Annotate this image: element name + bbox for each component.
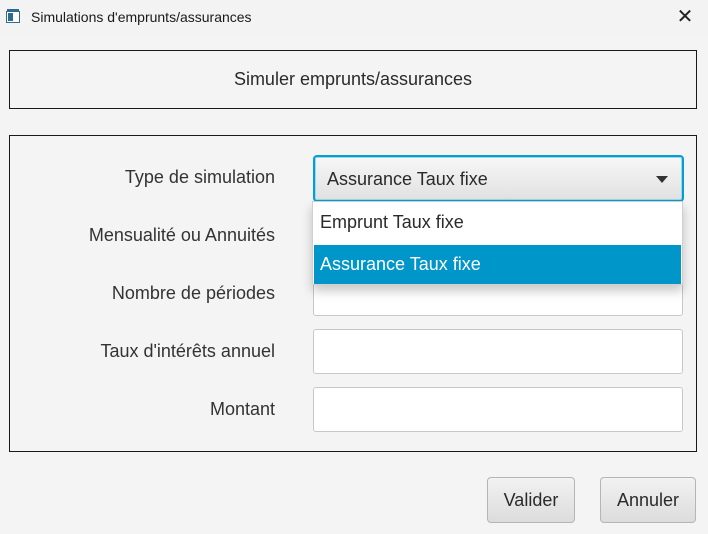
close-icon[interactable]: ✕ (674, 6, 696, 28)
nombre-periodes-label: Nombre de périodes (111, 283, 275, 303)
type-simulation-label: Type de simulation (124, 167, 275, 187)
taux-interets-field[interactable] (313, 329, 683, 374)
montant-field[interactable] (313, 387, 683, 432)
type-simulation-combo[interactable]: Assurance Taux fixe (313, 155, 684, 202)
simulation-form: Type de simulation Assurance Taux fixe M… (9, 135, 697, 452)
mensualite-label: Mensualité ou Annuités (88, 225, 275, 245)
dropdown-option-emprunt[interactable]: Emprunt Taux fixe (314, 203, 681, 242)
dropdown-option-assurance[interactable]: Assurance Taux fixe (314, 245, 681, 284)
header-title: Simuler emprunts/assurances (233, 69, 473, 89)
valider-button[interactable]: Valider (487, 477, 575, 523)
type-simulation-value: Assurance Taux fixe (327, 169, 488, 189)
chevron-down-icon[interactable] (656, 176, 668, 183)
dialog-window: Simulations d'emprunts/assurances ✕ Simu… (0, 0, 708, 534)
taux-interets-label: Taux d'intérêts annuel (100, 341, 275, 361)
header-panel: Simuler emprunts/assurances (9, 50, 697, 109)
type-simulation-dropdown: Emprunt Taux fixe Assurance Taux fixe (312, 201, 683, 285)
annuler-button[interactable]: Annuler (600, 477, 696, 523)
window-title: Simulations d'emprunts/assurances (31, 9, 252, 25)
montant-label: Montant (209, 399, 275, 419)
title-bar: Simulations d'emprunts/assurances ✕ (0, 0, 708, 34)
app-window-icon (6, 9, 20, 23)
